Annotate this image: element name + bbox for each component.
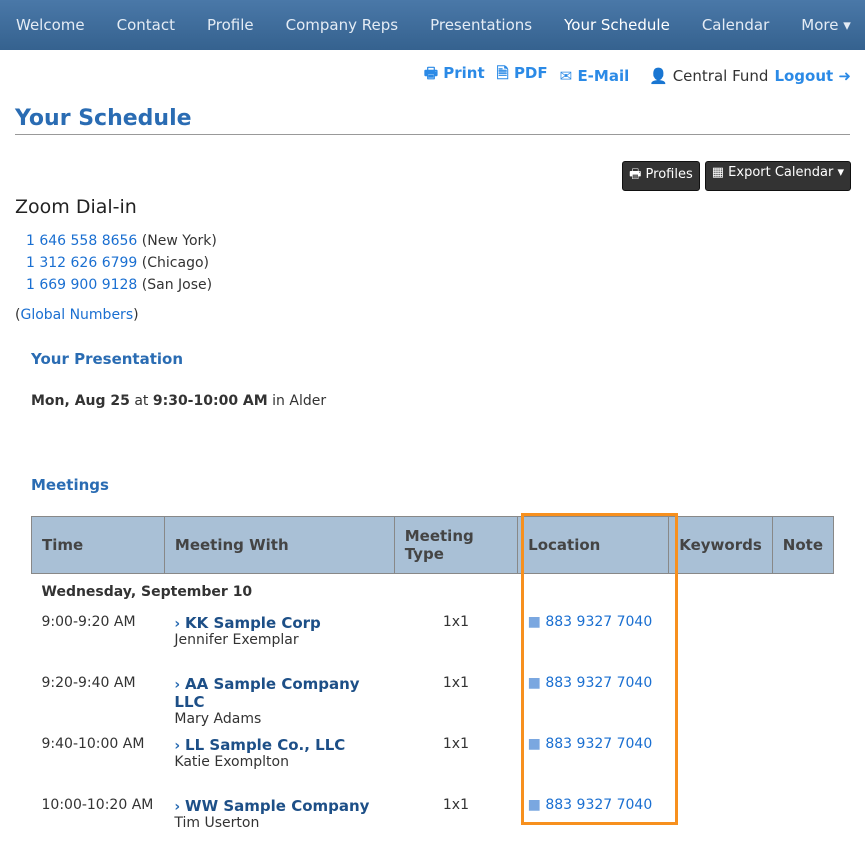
col-time: Time [31,516,165,574]
envelope-icon: ✉ [559,66,578,85]
company-link[interactable]: WW Sample Company [185,797,369,815]
chevron-right-icon: › [174,798,186,815]
nav-profile[interactable]: Profile [191,16,270,34]
profiles-button[interactable]: 🖶 Profiles [622,161,700,191]
user-name: 👤 Central Fund [649,67,768,85]
utility-bar: 🖶 Print 🗎 PDF ✉ E-Mail 👤 Central Fund Lo… [424,63,851,88]
meeting-time: 9:40-10:00 AM [41,735,145,752]
table-row: 10:00-10:20 AM › WW Sample Company Tim Us… [32,797,834,858]
contact-name: Katie Exomplton [174,753,289,770]
meetings-table: Time Meeting With Meeting Type Location … [31,516,835,858]
user-label: Central Fund [672,66,769,85]
table-row: 9:20-9:40 AM › AA Sample Company LLC Mary… [32,675,834,736]
chevron-right-icon: › [174,676,186,693]
top-nav: Welcome Contact Profile Company Reps Pre… [0,0,865,50]
presentation-heading: Your Presentation [31,350,184,368]
col-meeting-with: Meeting With [163,516,395,574]
presentation-info: Mon, Aug 25 at 9:30-10:00 AM in Alder [31,393,326,409]
chevron-right-icon: › [174,737,186,754]
phone-link[interactable]: 1 312 626 6799 [26,255,137,271]
calendar-icon: ▦ [711,165,729,180]
chevron-right-icon: › [174,615,186,632]
meeting-time: 9:20-9:40 AM [41,674,136,691]
profiles-label: Profiles [645,167,693,182]
pres-room: in Alder [267,393,327,409]
phone-city: (New York) [141,233,217,249]
phone-link[interactable]: 1 646 558 8656 [26,233,137,249]
col-meeting-type: Meeting Type [393,516,519,574]
company-link[interactable]: AA Sample Company LLC [174,675,359,711]
pres-time: 9:30-10:00 AM [152,393,268,409]
table-row: 9:40-10:00 AM › LL Sample Co., LLC Katie … [32,736,834,797]
phone-list: 1 646 558 8656 (New York) 1 312 626 6799… [26,230,217,296]
company-link[interactable]: KK Sample Corp [185,614,321,632]
nav-contact[interactable]: Contact [101,16,191,34]
print-link[interactable]: 🖶 Print [424,63,485,88]
phone-city: (Chicago) [141,255,209,271]
contact-name: Tim Userton [174,814,260,831]
printer-icon: 🖶 [629,167,646,182]
nav-company-reps[interactable]: Company Reps [270,16,414,34]
meeting-time: 9:00-9:20 AM [41,613,136,630]
meeting-type: 1x1 [442,735,469,752]
logout-link[interactable]: Logout ➜ [774,67,851,85]
contact-name: Mary Adams [174,710,262,727]
pdf-icon: 🗎 [496,64,514,82]
global-numbers: (Global Numbers) [15,307,139,323]
col-note: Note [771,516,835,574]
pdf-label: PDF [513,64,548,82]
pdf-link[interactable]: 🗎 PDF [497,63,548,88]
col-keywords: Keywords [668,516,773,574]
email-label: E-Mail [577,66,630,85]
print-label: Print [443,64,485,82]
global-numbers-link[interactable]: Global Numbers [20,307,133,323]
meetings-heading: Meetings [31,476,109,494]
nav-more[interactable]: More ▾ [785,16,865,34]
page-title: Your Schedule [15,106,850,135]
contact-name: Jennifer Exemplar [174,631,299,648]
email-link[interactable]: ✉ E-Mail [560,67,630,85]
meeting-type: 1x1 [442,674,469,691]
nav-presentations[interactable]: Presentations [414,16,548,34]
nav-your-schedule[interactable]: Your Schedule [548,16,686,34]
sign-out-icon: ➜ [833,66,851,85]
location-highlight [521,513,678,825]
zoom-heading: Zoom Dial-in [15,196,137,218]
day-heading: Wednesday, September 10 [41,584,253,600]
export-calendar-button[interactable]: ▦ Export Calendar ▾ [704,161,851,191]
phone-city: (San Jose) [141,277,213,293]
export-label: Export Calendar [728,165,834,180]
phone-link[interactable]: 1 669 900 9128 [26,277,137,293]
table-row: 9:00-9:20 AM › KK Sample Corp Jennifer Ex… [32,614,834,675]
pres-at: at [129,393,153,409]
user-icon: 👤 [649,66,673,85]
meeting-type: 1x1 [442,613,469,630]
printer-icon: 🖶 [423,64,444,82]
meeting-time: 10:00-10:20 AM [41,796,154,813]
pres-date: Mon, Aug 25 [31,393,130,409]
caret-down-icon: ▾ [833,165,844,180]
nav-calendar[interactable]: Calendar [686,16,785,34]
logout-label: Logout [774,66,834,85]
nav-welcome[interactable]: Welcome [0,16,101,34]
company-link[interactable]: LL Sample Co., LLC [185,736,345,754]
meeting-type: 1x1 [442,796,469,813]
